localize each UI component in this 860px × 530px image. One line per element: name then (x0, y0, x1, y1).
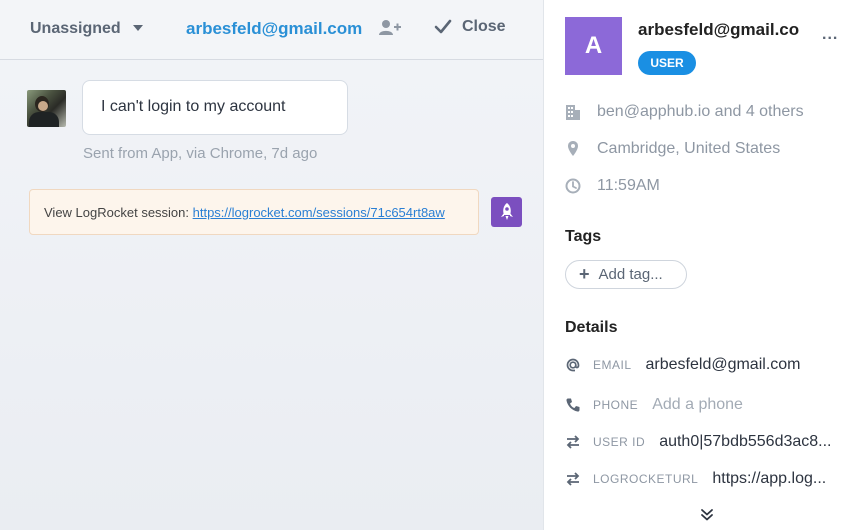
message-bubble: I can't login to my account (82, 80, 348, 135)
assignee-dropdown[interactable]: Unassigned (30, 20, 143, 38)
phone-input[interactable]: Add a phone (652, 396, 743, 414)
detail-key: USER ID (593, 435, 646, 449)
phone-icon (565, 397, 581, 413)
add-tag-button[interactable]: + Add tag... (565, 260, 687, 289)
message-meta: Sent from App, via Chrome, 7d ago (83, 145, 318, 162)
add-tag-label: Add tag... (598, 266, 663, 283)
logrocket-prefix: View LogRocket session: (44, 205, 193, 220)
local-time-text: 11:59AM (597, 177, 660, 194)
detail-row-logrocket-url: LOGROCKETURL https://app.log... (565, 470, 826, 488)
detail-value[interactable]: arbesfeld@gmail.com (646, 356, 801, 374)
location-row: Cambridge, United States (565, 140, 780, 158)
rocket-icon (491, 197, 522, 227)
role-badge: USER (638, 51, 696, 75)
building-icon (565, 103, 581, 121)
detail-row-email: EMAIL arbesfeld@gmail.com (565, 356, 800, 374)
profile-avatar: A (565, 17, 622, 75)
swap-icon (565, 471, 581, 487)
plus-icon: + (579, 264, 590, 284)
tags-title: Tags (565, 228, 602, 245)
at-icon (565, 357, 581, 373)
conversation-pane: Unassigned arbesfeld@gmail.com Close I c… (0, 0, 543, 530)
detail-value[interactable]: https://app.log... (712, 470, 826, 488)
detail-value[interactable]: auth0|57bdb556d3ac8... (659, 433, 831, 451)
more-options-icon[interactable]: ... (822, 26, 838, 44)
logrocket-session-link[interactable]: https://logrocket.com/sessions/71c654rt8… (193, 205, 445, 220)
close-button[interactable]: Close (434, 18, 506, 36)
clock-icon (565, 177, 581, 195)
details-title: Details (565, 319, 618, 336)
detail-row-phone: PHONE Add a phone (565, 396, 743, 414)
location-pin-icon (565, 140, 581, 158)
logrocket-note: View LogRocket session: https://logrocke… (29, 189, 479, 235)
location-text: Cambridge, United States (597, 140, 781, 157)
detail-key: EMAIL (593, 358, 632, 372)
assignee-label: Unassigned (30, 20, 121, 37)
add-user-icon[interactable] (378, 18, 402, 38)
close-label: Close (462, 18, 506, 35)
time-row: 11:59AM (565, 177, 660, 195)
check-icon (434, 19, 452, 34)
expand-down-icon[interactable] (700, 508, 714, 522)
profile-name: arbesfeld@gmail.co (638, 20, 800, 39)
detail-row-user-id: USER ID auth0|57bdb556d3ac8... (565, 433, 832, 451)
sender-avatar (27, 90, 66, 127)
detail-key: LOGROCKETURL (593, 472, 699, 486)
company-text: ben@apphub.io and 4 others (597, 103, 804, 120)
message-text: I can't login to my account (101, 98, 286, 115)
contact-email-link[interactable]: arbesfeld@gmail.com (186, 19, 362, 39)
detail-key: PHONE (593, 398, 639, 412)
swap-icon (565, 434, 581, 450)
company-row: ben@apphub.io and 4 others (565, 103, 804, 121)
profile-pane: A arbesfeld@gmail.co USER ... ben@apphub… (543, 0, 860, 530)
chevron-down-icon (132, 25, 143, 31)
conversation-header: Unassigned arbesfeld@gmail.com Close (0, 0, 543, 60)
